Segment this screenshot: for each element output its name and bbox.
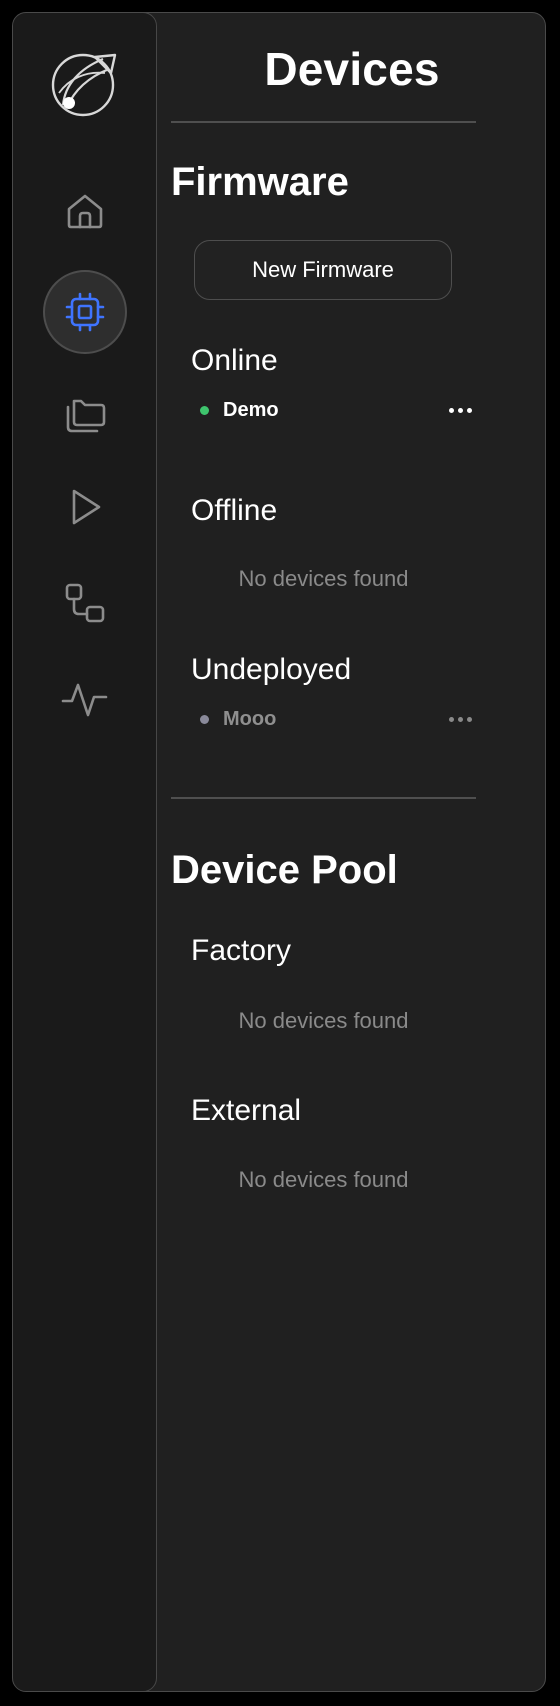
play-icon[interactable] bbox=[57, 479, 113, 535]
home-icon[interactable] bbox=[57, 183, 113, 239]
activity-icon[interactable] bbox=[57, 671, 113, 727]
workflow-icon[interactable] bbox=[57, 575, 113, 631]
folders-icon[interactable] bbox=[57, 385, 113, 441]
page-title: Devices bbox=[264, 43, 440, 95]
more-options-icon[interactable] bbox=[449, 704, 472, 734]
telescope-logo-icon[interactable] bbox=[45, 43, 125, 123]
offline-empty-message: No devices found bbox=[238, 566, 409, 591]
online-status-dot bbox=[200, 405, 209, 415]
factory-group-heading: Factory bbox=[191, 934, 292, 967]
firmware-heading: Firmware bbox=[171, 160, 349, 204]
device-pool-heading: Device Pool bbox=[171, 848, 398, 892]
new-firmware-button[interactable]: New Firmware bbox=[194, 240, 452, 300]
device-name: Mooo bbox=[223, 707, 277, 730]
external-empty-message: No devices found bbox=[238, 1167, 409, 1192]
device-name: Demo bbox=[223, 398, 279, 421]
undeployed-group-heading: Undeployed bbox=[191, 653, 352, 686]
undeployed-status-dot bbox=[200, 714, 209, 724]
cpu-chip-icon[interactable] bbox=[42, 270, 127, 354]
title-divider bbox=[171, 121, 476, 123]
device-row[interactable]: Demo bbox=[200, 395, 480, 425]
online-group-heading: Online bbox=[191, 344, 278, 377]
sidebar bbox=[13, 13, 157, 1691]
device-row[interactable]: Mooo bbox=[200, 704, 480, 734]
offline-group-heading: Offline bbox=[191, 494, 278, 527]
factory-empty-message: No devices found bbox=[238, 1008, 409, 1033]
more-options-icon[interactable] bbox=[449, 395, 472, 425]
section-divider bbox=[171, 797, 476, 799]
external-group-heading: External bbox=[191, 1094, 302, 1127]
